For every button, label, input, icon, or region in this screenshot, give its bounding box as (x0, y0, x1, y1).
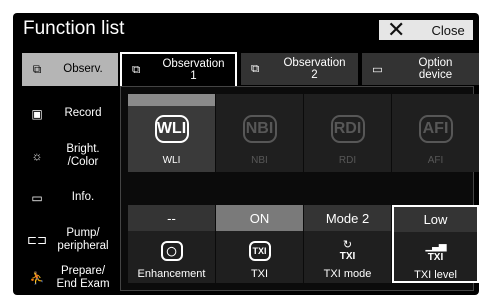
info-icon: ▭ (31, 190, 43, 205)
tab-observation-1[interactable]: ⧉ Observation 1 (120, 52, 237, 86)
sidebar-item-label: Pump/ peripheral (57, 226, 109, 252)
tab-label: Observation 2 (283, 57, 346, 81)
mode-rdi-button[interactable]: RDI RDI (304, 94, 391, 172)
sidebar-item-label: Info. (71, 191, 95, 203)
txi-mode-status: Mode 2 (304, 205, 391, 231)
close-button[interactable]: ✕ Close (379, 17, 473, 42)
close-label: Close (431, 22, 465, 38)
enhancement-status: -- (128, 205, 215, 231)
txi-mode-glyph: TXI (339, 251, 356, 262)
tab-label: Observation 1 (162, 58, 225, 82)
pump-icon: ⊏⊐ (26, 232, 48, 247)
function-list-panel: Function list ✕ Close ⧉ Observ. ▣ Record… (13, 13, 479, 295)
record-icon: ▣ (31, 106, 43, 121)
observation-content: WLI WLI NBI NBI RDI RDI AFI AFI -- ◯ Enh… (120, 86, 479, 291)
txi-level-icon: ▁▃▅ TXI (425, 241, 446, 264)
enhancement-icon: ◯ (160, 239, 183, 263)
indicator (216, 94, 303, 106)
control-caption: TXI level (414, 269, 457, 281)
mode-wli-button[interactable]: WLI WLI (128, 94, 215, 172)
observation-icon: ⧉ (32, 62, 42, 76)
sidebar-item-bright-color[interactable]: ☼ Bright. /Color (22, 139, 118, 172)
mode-afi-button[interactable]: AFI AFI (392, 94, 479, 172)
mode-caption: RDI (338, 155, 357, 166)
txi-level-button[interactable]: Low ▁▃▅ TXI TXI level (392, 205, 479, 283)
tab-observation-2[interactable]: ⧉ Observation 2 (241, 53, 358, 85)
device-icon: ▭ (372, 64, 383, 76)
txi-icon: TXI (248, 239, 271, 263)
control-caption: TXI mode (323, 268, 372, 280)
afi-icon: AFI (418, 115, 453, 143)
txi-level-glyph: TXI (427, 252, 444, 264)
sidebar-item-record[interactable]: ▣ Record (22, 97, 118, 130)
sidebar-item-label: Record (64, 107, 102, 119)
observation-tab-icon: ⧉ (132, 63, 141, 76)
sidebar-item-pump-peripheral[interactable]: ⊏⊐ Pump/ peripheral (22, 223, 118, 256)
panel-title: Function list (23, 18, 125, 39)
tab-label: Option device (418, 57, 453, 81)
person-icon: ⛹ (29, 270, 45, 285)
mode-caption: NBI (251, 155, 268, 166)
txi-mode-icon: ↻ TXI (339, 239, 356, 263)
mode-nbi-button[interactable]: NBI NBI (216, 94, 303, 172)
txi-status: ON (216, 205, 303, 231)
sidebar-item-label: Observ. (63, 63, 103, 75)
mode-caption: AFI (427, 155, 444, 166)
brightness-icon: ☼ (31, 148, 43, 163)
tab-option-device[interactable]: ▭ Option device (362, 53, 479, 85)
nbi-icon: NBI (242, 115, 277, 143)
txi-mode-button[interactable]: Mode 2 ↻ TXI TXI mode (304, 205, 391, 283)
enhancement-button[interactable]: -- ◯ Enhancement (128, 205, 215, 283)
wli-icon: WLI (154, 115, 189, 143)
control-caption: TXI (250, 268, 269, 280)
txi-button[interactable]: ON TXI TXI (216, 205, 303, 283)
txi-level-status: Low (394, 207, 477, 233)
control-caption: Enhancement (137, 268, 206, 280)
indicator (304, 94, 391, 106)
sidebar-item-label: Prepare/ End Exam (56, 264, 110, 290)
rdi-icon: RDI (330, 115, 365, 143)
close-icon: ✕ (387, 17, 406, 42)
sidebar-item-prepare-end[interactable]: ⛹ Prepare/ End Exam (22, 261, 118, 294)
observation-tab-icon: ⧉ (251, 62, 260, 75)
sidebar-item-info[interactable]: ▭ Info. (22, 181, 118, 214)
indicator (392, 94, 479, 106)
selected-indicator (128, 94, 215, 106)
txi-glyph: TXI (248, 241, 271, 261)
sidebar-item-label: Bright. /Color (66, 142, 100, 168)
mode-caption: WLI (162, 155, 181, 166)
sidebar-item-observ[interactable]: ⧉ Observ. (22, 53, 118, 86)
